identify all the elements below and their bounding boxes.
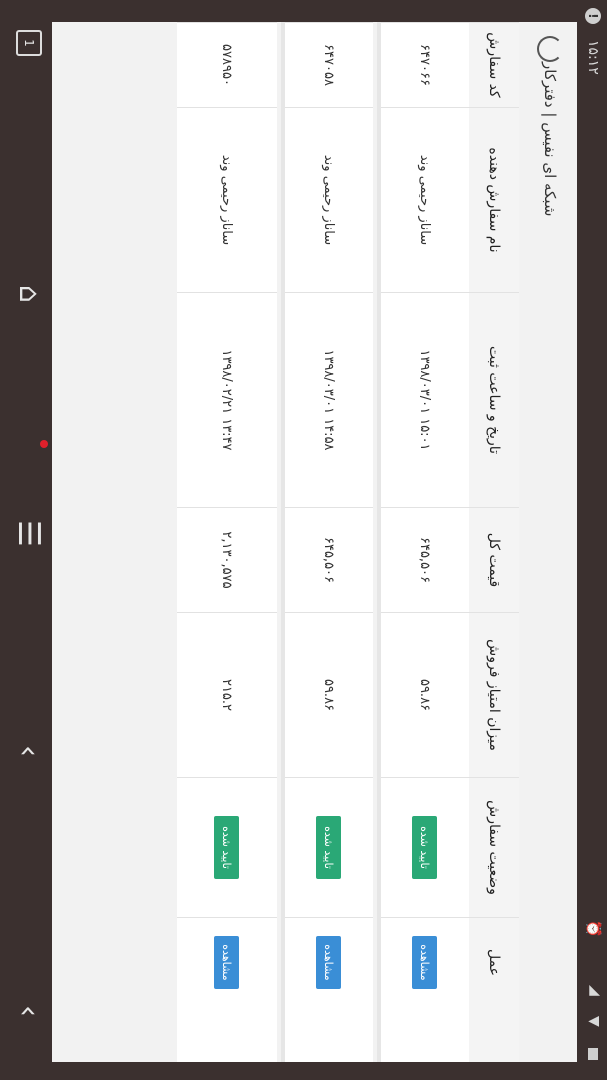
header-code: کد سفارش	[469, 22, 519, 107]
status-cell: تایید شده	[177, 777, 277, 917]
order-code: ۶۴۷۰۵۸	[285, 22, 373, 107]
order-date: ۱۳۹۸/۰۲/۲۱ ۱۳:۴۷	[177, 292, 277, 507]
alarm-icon: ⏰	[585, 920, 601, 938]
sales-score: ۵۹.۸۶	[285, 612, 373, 777]
order-total: ۶۴۵,۵۰۶	[285, 507, 373, 612]
order-date: ۱۳۹۸/۰۳/۰۱ ۱۵:۰۱	[381, 292, 469, 507]
action-cell: مشاهده	[177, 917, 277, 1007]
status-bar: ! ۱۵:۱۲ ⏰ ◢ ▼	[577, 0, 607, 1080]
sales-score: ۲۱۵.۲	[177, 612, 277, 777]
wifi-icon: ▼	[586, 1016, 602, 1027]
notification-dot	[40, 440, 48, 448]
app-header: شبکه ای نفیس | دفترکار	[517, 22, 577, 1062]
customer-name: ساناز رحیمی وند	[381, 107, 469, 292]
sales-score: ۵۹.۸۶	[381, 612, 469, 777]
menu-icon[interactable]: ☰	[11, 520, 46, 547]
order-total: ۶۴۵,۵۰۶	[381, 507, 469, 612]
status-cell: تایید شده	[285, 777, 373, 917]
customer-name: ساناز رحیمی وند	[177, 107, 277, 292]
order-date: ۱۳۹۸/۰۳/۰۱ ۱۴:۵۸	[285, 292, 373, 507]
battery-icon	[588, 1048, 598, 1060]
rotated-screen: ! ۱۵:۱۲ ⏰ ◢ ▼ شبکه ای نفیس | دفترکار کد …	[0, 0, 607, 1080]
header-actions: عمل	[469, 917, 519, 1007]
info-icon: !	[585, 8, 601, 24]
order-code: ۶۴۷۰۶۶	[381, 22, 469, 107]
order-code: ۵۷۸۹۵۰	[177, 22, 277, 107]
status-badge: تایید شده	[412, 816, 438, 879]
status-badge: تایید شده	[316, 816, 342, 879]
order-total: ۲,۱۳۰,۵۷۵	[177, 507, 277, 612]
action-cell: مشاهده	[285, 917, 373, 1007]
table-row: ۶۴۷۰۵۸ ساناز رحیمی وند ۱۳۹۸/۰۳/۰۱ ۱۴:۵۸ …	[281, 22, 373, 1062]
home-icon[interactable]: ⌂	[13, 285, 46, 303]
action-cell: مشاهده	[381, 917, 469, 1007]
view-button[interactable]: مشاهده	[316, 936, 342, 989]
page-title: شبکه ای نفیس | دفترکار	[541, 62, 559, 217]
header-total: قیمت کل	[469, 507, 519, 612]
status-cell: تایید شده	[381, 777, 469, 917]
header-customer: نام سفارش دهنده	[469, 107, 519, 292]
recent-apps-icon[interactable]: 1	[16, 30, 42, 56]
refresh-icon[interactable]	[537, 36, 563, 62]
view-button[interactable]: مشاهده	[412, 936, 438, 989]
table-header-row: کد سفارش نام سفارش دهنده تاریخ و ساعت ثب…	[468, 22, 519, 1062]
header-date: تاریخ و ساعت ثبت	[469, 292, 519, 507]
app-window: شبکه ای نفیس | دفترکار کد سفارش نام سفار…	[52, 22, 577, 1062]
status-badge: تایید شده	[214, 816, 240, 879]
header-score: میزان امتیاز فروش	[469, 612, 519, 777]
chevron-left-icon[interactable]: ‹	[11, 1005, 46, 1017]
back-icon[interactable]: ‹	[11, 745, 46, 757]
table-row: ۵۷۸۹۵۰ ساناز رحیمی وند ۱۳۹۸/۰۲/۲۱ ۱۳:۴۷ …	[177, 22, 277, 1062]
status-time: ۱۵:۱۲	[585, 40, 601, 75]
view-button[interactable]: مشاهده	[214, 936, 240, 989]
navigation-bar: 1 ⌂ ☰ ‹ ‹	[0, 0, 52, 1080]
table-row: ۶۴۷۰۶۶ ساناز رحیمی وند ۱۳۹۸/۰۳/۰۱ ۱۵:۰۱ …	[377, 22, 469, 1062]
customer-name: ساناز رحیمی وند	[285, 107, 373, 292]
signal-icon: ◢	[587, 985, 603, 996]
header-status: وضعیت سفارش	[469, 777, 519, 917]
